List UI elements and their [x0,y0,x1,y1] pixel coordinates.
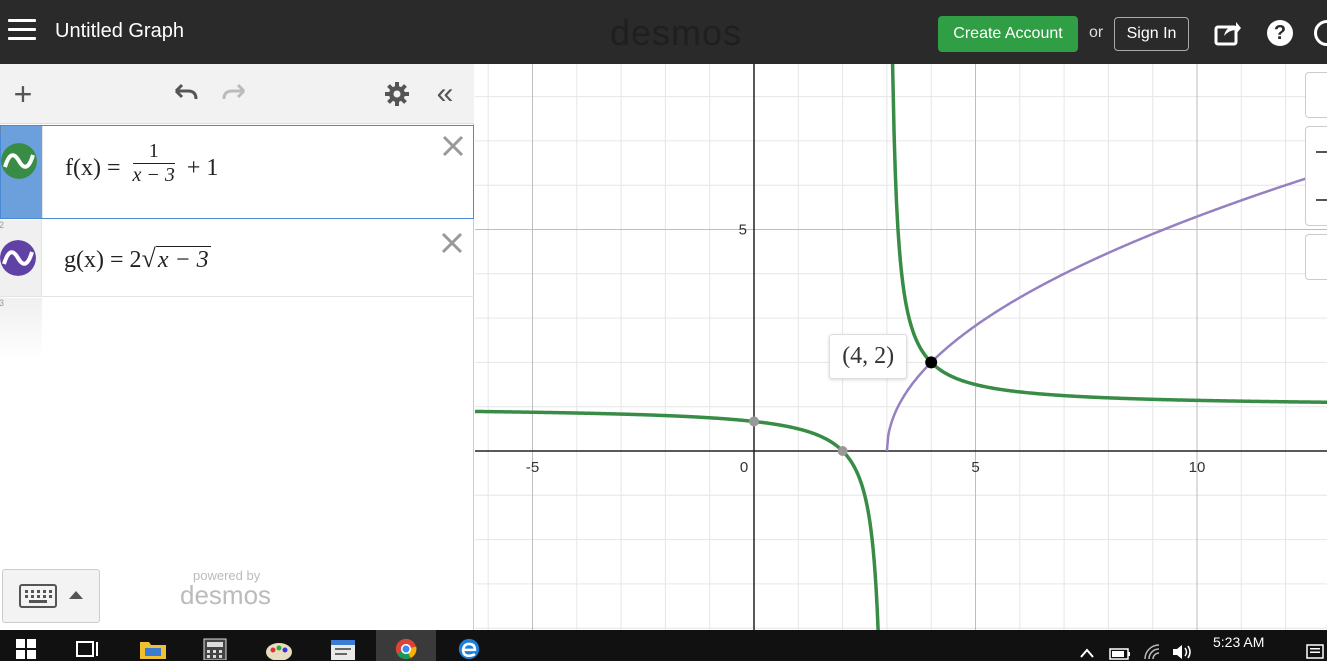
x-tick-label: 5 [971,459,979,476]
fraction-denominator: x − 3 [132,164,175,186]
volume-icon[interactable] [1171,644,1193,660]
redo-icon[interactable] [220,79,250,109]
fraction: 1 x − 3 [132,140,175,187]
graph-toggle-icon[interactable] [1,143,37,179]
sqrt-icon: √ [141,244,156,273]
expression-row-2[interactable]: 2 g(x) = 2√x − 3 [0,220,474,297]
formula-lhs: g(x) = [64,247,124,273]
f-curve-left-branch [475,409,880,630]
wordpad-icon[interactable] [329,638,357,660]
zoom-controls[interactable] [1305,126,1327,226]
or-label: or [1089,24,1104,41]
windows-taskbar: 5:23 AM [0,630,1327,661]
collapse-panel-icon[interactable]: « [428,79,458,109]
notifications-icon[interactable] [1306,644,1324,660]
chrome-taskbar-button[interactable] [376,630,436,661]
expression-index: 3 [0,298,5,308]
add-item-icon[interactable]: + [8,78,38,110]
caret-up-icon [69,591,83,599]
top-bar: Untitled Graph desmos Create Account or … [0,0,1327,64]
help-icon[interactable]: ? [1267,20,1293,46]
expression-gutter: 1 [0,126,43,218]
intersection-point [925,356,938,369]
powered-by-desmos: desmos [180,580,272,610]
expression-row-3[interactable]: 3 [0,298,42,360]
intersection-label[interactable]: (4, 2) [829,334,908,380]
formula-lhs: f(x) = [65,155,121,182]
sqrt-radicand: x − 3 [155,246,211,273]
expression-formula[interactable]: f(x) = 1 x − 3 + 1 [65,140,219,193]
share-icon[interactable] [1214,20,1242,46]
formula-coefficient: 2 [129,247,142,273]
intercept-point [837,446,848,456]
zoom-in-icon[interactable] [1316,151,1327,153]
f-curve-right-branch [890,64,1327,404]
keyboard-icon [19,584,57,608]
x-tick-label: 10 [1189,459,1206,476]
chevron-up-icon[interactable] [1080,648,1094,658]
desmos-logo: desmos [610,12,743,53]
expression-formula[interactable]: g(x) = 2√x − 3 [64,244,211,274]
graph-title[interactable]: Untitled Graph [55,20,184,43]
zoom-out-icon[interactable] [1316,199,1327,201]
x-tick-label: 0 [740,459,748,476]
file-explorer-icon[interactable] [139,638,167,660]
delete-expression-icon[interactable] [441,134,465,158]
y-tick-label: 5 [739,222,747,239]
expression-index: 1 [0,126,6,136]
taskbar-clock[interactable]: 5:23 AM [1213,634,1264,650]
delete-expression-icon[interactable] [440,231,464,255]
keypad-toggle-button[interactable] [2,569,100,623]
edge-icon[interactable] [456,638,482,660]
gear-icon[interactable] [382,79,412,109]
expression-toolbar: + « [0,64,474,124]
battery-icon[interactable] [1109,646,1131,660]
edit-graph-button[interactable] [1305,72,1327,118]
expression-row-1[interactable]: 1 f(x) = 1 x − 3 + 1 [0,125,474,219]
calculator-icon[interactable] [203,638,227,660]
expression-index: 2 [0,220,5,230]
windows-start-icon[interactable] [15,638,37,660]
graph-paper[interactable]: -5 0 5 10 5 (4, 2) [475,64,1327,630]
menu-icon[interactable] [8,19,36,45]
intercept-point [749,416,759,427]
fraction-numerator: 1 [132,140,175,164]
chrome-icon [395,638,417,660]
graph-toggle-icon[interactable] [0,240,36,276]
x-tick-label: -5 [526,459,539,476]
task-view-icon[interactable] [75,638,101,660]
wifi-icon[interactable] [1143,644,1163,660]
home-button[interactable] [1305,234,1327,280]
desmos-app: Untitled Graph desmos Create Account or … [0,0,1327,661]
expression-panel: + « 1 f(x) = 1 x − 3 + 1 2 g(x) = 2√x − … [0,64,474,630]
expression-gutter: 2 [0,220,42,296]
create-account-button[interactable]: Create Account [938,16,1078,52]
formula-tail: + 1 [186,155,219,182]
paint-icon[interactable] [264,638,294,660]
globe-icon[interactable] [1314,20,1327,46]
sign-in-button[interactable]: Sign In [1114,17,1189,51]
undo-icon[interactable] [170,79,200,109]
